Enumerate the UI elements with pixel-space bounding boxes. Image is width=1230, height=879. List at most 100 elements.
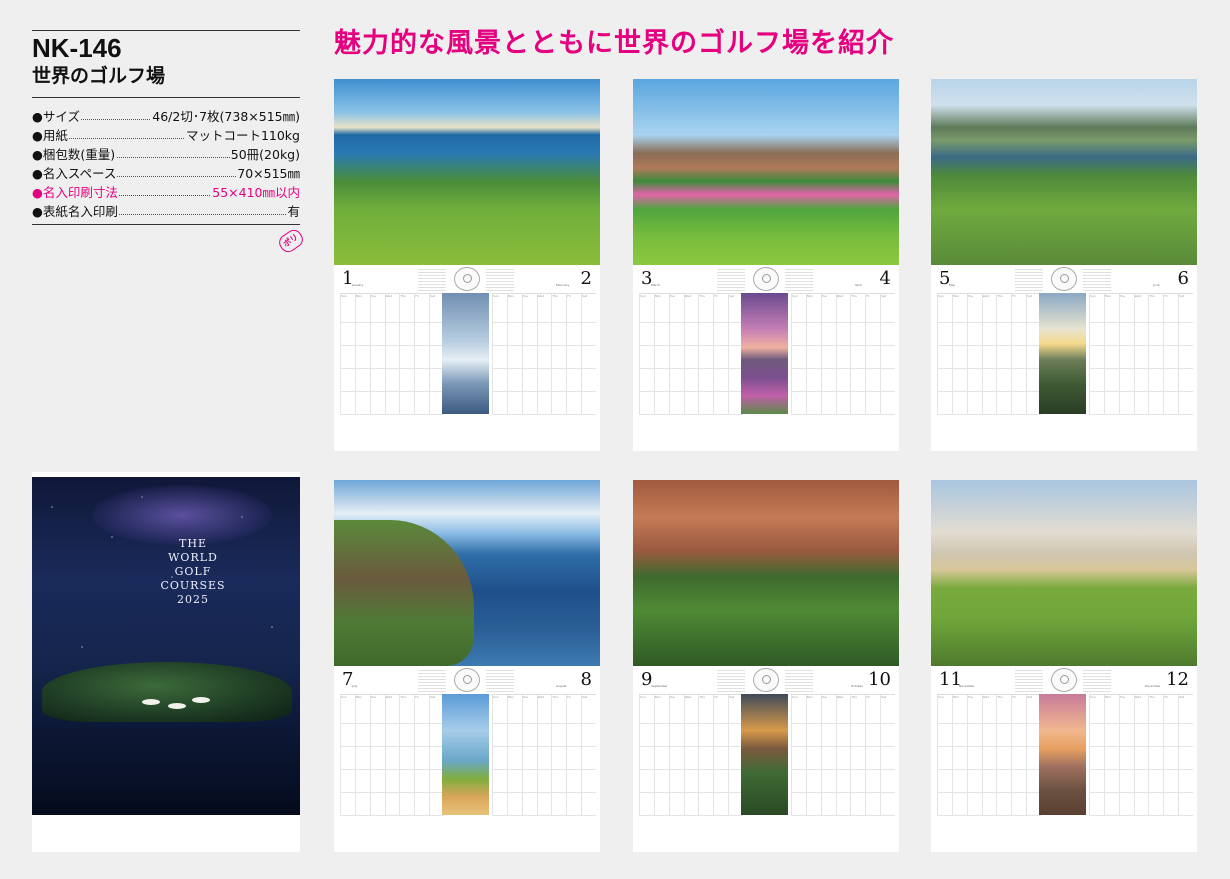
spec-row-size: ●サイズ 46/2切･7枚(738×515㎜): [32, 108, 304, 126]
day-cell: [1148, 300, 1164, 323]
day-cell: [820, 770, 836, 793]
day-cell: [492, 369, 507, 392]
day-cell: [966, 392, 982, 415]
day-cell: [791, 770, 806, 793]
mini-calendar: [785, 269, 813, 291]
day-cell: [835, 323, 851, 346]
day-cell: [492, 724, 507, 747]
day-cell: [966, 701, 982, 724]
photo-strip: [442, 694, 489, 815]
day-cell: [805, 724, 821, 747]
day-cell: [1011, 770, 1027, 793]
day-cell: [340, 747, 355, 770]
day-cell: [698, 346, 714, 369]
day-cell: [820, 701, 836, 724]
spec-value: 55×410㎜以内: [211, 184, 300, 202]
month-photo: [633, 480, 899, 666]
day-cell: [536, 724, 552, 747]
day-cell: [492, 323, 507, 346]
day-cell: [981, 346, 997, 369]
day-cell: [865, 300, 881, 323]
day-cell: [850, 724, 866, 747]
day-cell: [1118, 701, 1134, 724]
day-cell: [791, 346, 806, 369]
month-grid: Sun Mon Tue Wed Thu Fri Sat: [791, 694, 895, 816]
day-cell: [1011, 701, 1027, 724]
day-cell: [937, 392, 952, 415]
day-cell: [521, 724, 537, 747]
month-number: 12: [1166, 669, 1189, 690]
day-cell: [369, 369, 385, 392]
day-cell: [414, 747, 430, 770]
day-cell: [981, 323, 997, 346]
day-cell: [835, 747, 851, 770]
day-cell: [653, 724, 669, 747]
day-cell: [1103, 701, 1119, 724]
day-cell: [551, 369, 567, 392]
day-cell: [1148, 346, 1164, 369]
day-cell: [369, 770, 385, 793]
day-cell: [1178, 323, 1193, 346]
day-cell: [566, 724, 582, 747]
day-cell: [1178, 392, 1193, 415]
day-cell: [698, 300, 714, 323]
month-grid: Sun Mon Tue Wed Thu Fri Sat: [492, 694, 596, 816]
mini-calendar: [785, 670, 813, 692]
day-cell: [698, 793, 714, 816]
day-cell: [981, 793, 997, 816]
day-cell: [1089, 346, 1104, 369]
day-cell: [951, 346, 967, 369]
month-grid: Sun Mon Tue Wed Thu Fri Sat: [639, 293, 743, 415]
day-cell: [369, 747, 385, 770]
bunker: [142, 699, 160, 705]
day-cell: [566, 770, 582, 793]
mini-calendar: [418, 670, 446, 692]
day-cell: [1163, 392, 1179, 415]
day-cell: [951, 724, 967, 747]
day-cell: [492, 793, 507, 816]
day-cell: [369, 392, 385, 415]
day-cell: [966, 724, 982, 747]
month-grid: Sun Mon Tue Wed Thu Fri Sat: [937, 694, 1041, 816]
poly-badge: ポリ: [276, 226, 306, 256]
day-cell: [683, 793, 699, 816]
month-name: March: [651, 283, 661, 287]
day-cell: [1163, 701, 1179, 724]
month-photo: [334, 480, 600, 666]
day-cell: [354, 724, 370, 747]
month-number: 6: [1177, 268, 1189, 289]
cover-title: THE WORLD GOLF COURSES 2025: [128, 537, 258, 607]
day-cell: [653, 770, 669, 793]
day-cell: [713, 724, 729, 747]
calendar-page-jan-feb: 1 January February 2 Sun Mon Tue Wed Thu Fri S…: [334, 79, 600, 451]
day-cell: [340, 770, 355, 793]
day-cell: [566, 346, 582, 369]
day-cell: [1148, 724, 1164, 747]
day-cell: [820, 300, 836, 323]
spec-value: マットコート110kg: [184, 127, 300, 145]
day-cell: [639, 793, 654, 816]
day-cell: [981, 724, 997, 747]
day-cell: [581, 701, 596, 724]
day-cell: [966, 323, 982, 346]
day-cell: [506, 300, 522, 323]
day-cell: [966, 300, 982, 323]
day-cell: [791, 392, 806, 415]
day-cell: [581, 369, 596, 392]
spec-value: 70×515㎜: [236, 165, 300, 183]
day-cell: [996, 770, 1012, 793]
day-cell: [791, 323, 806, 346]
day-cell: [996, 793, 1012, 816]
day-cell: [384, 793, 400, 816]
month-name: December: [1145, 684, 1161, 688]
day-cell: [1133, 724, 1149, 747]
day-cell: [683, 323, 699, 346]
day-cell: [683, 724, 699, 747]
day-cell: [399, 770, 415, 793]
day-cell: [521, 701, 537, 724]
day-cell: [340, 701, 355, 724]
emblem-icon: [454, 668, 480, 692]
day-cell: [653, 701, 669, 724]
day-cell: [581, 346, 596, 369]
day-cell: [639, 369, 654, 392]
